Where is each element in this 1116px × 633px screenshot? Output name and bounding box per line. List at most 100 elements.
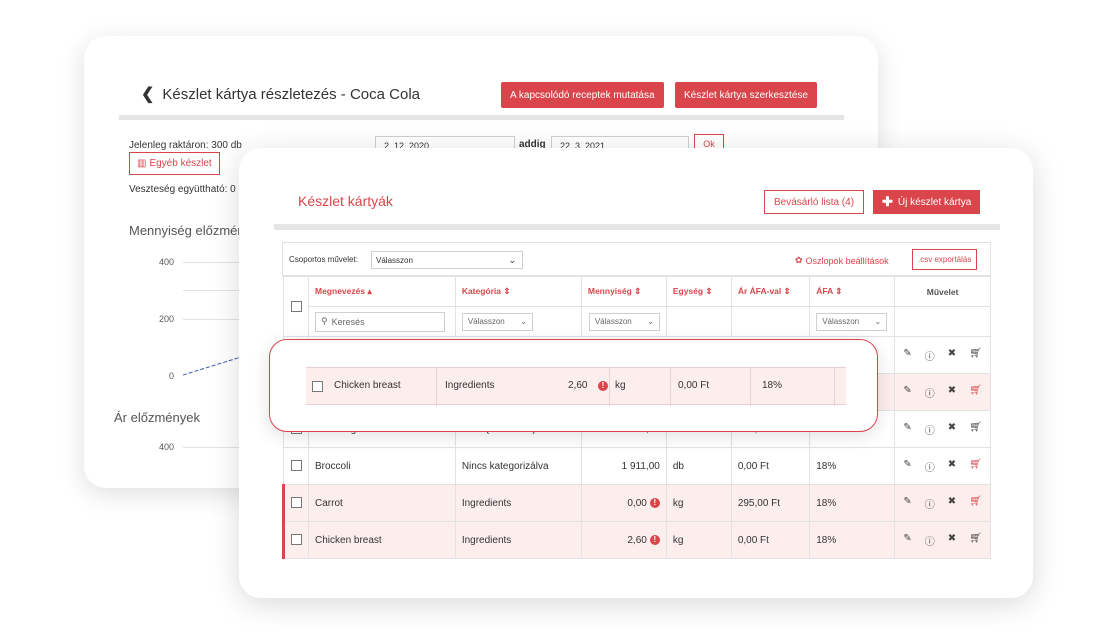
table-row[interactable]: Carrot Ingredients 0,00! kg 295,00 Ft 18…: [282, 484, 991, 522]
row-name[interactable]: Chicken breast: [334, 380, 401, 391]
row-price: 295,00 Ft: [730, 484, 811, 522]
edit-icon[interactable]: ✎: [903, 348, 911, 363]
col-vat-header[interactable]: ÁFA ⇕: [809, 276, 896, 307]
warning-icon: !: [649, 497, 660, 508]
detail-title-wrap: ❮ Készlet kártya részletezés - Coca Cola: [141, 84, 420, 104]
actions-cell: ✎ ⓘ ✖ 🛒︎: [894, 521, 991, 559]
cart-icon[interactable]: 🛒︎: [969, 385, 982, 400]
info-icon[interactable]: ⓘ: [925, 385, 935, 400]
actions-cell: ✎ ⓘ ✖ 🛒︎: [894, 484, 991, 522]
category-filter-value: Válasszon: [467, 317, 505, 326]
show-recipes-button[interactable]: A kapcsolódó receptek mutatása: [501, 82, 664, 108]
delete-icon[interactable]: ✖: [948, 459, 956, 474]
select-all-checkbox[interactable]: [290, 301, 302, 313]
delete-icon[interactable]: ✖: [948, 533, 956, 548]
info-icon[interactable]: ⓘ: [925, 533, 935, 548]
row-name[interactable]: Broccoli: [308, 447, 456, 485]
quantity-filter-select[interactable]: Válasszon ⌄: [588, 312, 660, 331]
row-checkbox[interactable]: [291, 534, 302, 546]
row-checkbox-cell: [282, 521, 309, 559]
bulk-action-label: Csoportos művelet:: [289, 255, 358, 264]
row-category: Nincs kategorizálva: [454, 447, 582, 485]
loss-coefficient-text: Veszteség együttható: 0: [129, 184, 236, 195]
col-name-header[interactable]: Megnevezés ▴: [308, 276, 456, 307]
cart-icon[interactable]: 🛒︎: [969, 533, 982, 548]
actions-cell: ✎ ⓘ ✖ 🛒︎: [894, 410, 991, 448]
cart-icon[interactable]: 🛒︎: [969, 348, 982, 363]
bulk-action-select[interactable]: Válasszon ⌄: [371, 251, 523, 269]
row-quantity: 2,60: [568, 380, 588, 391]
bulk-action-value: Válasszon: [376, 256, 413, 265]
col-actions-header: Művelet: [894, 276, 991, 307]
axis-tick-0: 0: [168, 371, 174, 381]
back-chevron-icon[interactable]: ❮: [141, 84, 154, 104]
plus-icon: ✚: [882, 194, 893, 209]
row-checkbox-cell: [283, 447, 309, 485]
col-price-header[interactable]: Ár ÁFA-val ⇕: [730, 276, 811, 307]
col-quantity-header[interactable]: Mennyiség ⇕: [580, 276, 667, 307]
filter-cell: Válasszon ⌄: [809, 306, 896, 337]
edit-icon[interactable]: ✎: [903, 459, 911, 474]
cart-icon[interactable]: 🛒︎: [969, 459, 982, 474]
vat-filter-select[interactable]: Válasszon ⌄: [816, 312, 888, 331]
row-price: 0,00 Ft: [730, 447, 811, 485]
select-all-cell: [283, 276, 309, 337]
row-name[interactable]: Chicken breast: [308, 521, 456, 559]
actions-cell: ✎ ⓘ ✖ 🛒︎: [894, 336, 991, 374]
detail-content: ❮ Készlet kártya részletezés - Coca Cola…: [114, 70, 844, 452]
edit-stock-card-button[interactable]: Készlet kártya szerkesztése: [675, 82, 817, 108]
row-unit: kg: [665, 521, 732, 559]
row-name[interactable]: Carrot: [308, 484, 456, 522]
row-quantity: 1 911,00: [580, 447, 667, 485]
column-settings-button[interactable]: ✿ Oszlopok beállítások: [795, 255, 889, 266]
table-row[interactable]: Broccoli Nincs kategorizálva 1 911,00 db…: [283, 447, 991, 485]
new-stock-card-button[interactable]: ✚ Új készlet kártya: [873, 190, 981, 214]
table-row[interactable]: Chicken breast Ingredients 2,60! kg 0,00…: [282, 521, 991, 559]
price-history-title: Ár előzmények: [114, 410, 200, 425]
delete-icon[interactable]: ✖: [948, 496, 956, 511]
delete-icon[interactable]: ✖: [948, 348, 956, 363]
chevron-down-icon: ⌄: [508, 255, 516, 265]
new-stock-card-label: Új készlet kártya: [897, 196, 972, 208]
highlighted-row-callout: Chicken breast Ingredients 2,60 ! kg 0,0…: [269, 339, 878, 432]
row-vat: 18%: [762, 380, 783, 391]
column-divider: [750, 368, 751, 406]
info-icon[interactable]: ⓘ: [925, 348, 935, 363]
filter-row: ⚲ Keresés Válasszon ⌄ Válasszon ⌄ Válasszo…: [284, 306, 991, 337]
row-vat: 18%: [809, 521, 896, 559]
edit-icon[interactable]: ✎: [903, 496, 911, 511]
info-icon[interactable]: ⓘ: [925, 422, 935, 437]
row-checkbox[interactable]: [290, 460, 302, 472]
row-checkbox-cell: [282, 484, 309, 522]
axis-tick-200: 200: [158, 314, 174, 324]
row-quantity-cell: 2,60!: [580, 521, 667, 559]
info-icon[interactable]: ⓘ: [925, 459, 935, 474]
cart-icon[interactable]: 🛒︎: [969, 422, 982, 437]
vat-filter-value: Válasszon: [822, 317, 860, 326]
info-icon[interactable]: ⓘ: [925, 496, 935, 511]
in-stock-text: Jelenleg raktáron: 300 db: [129, 140, 242, 151]
edit-icon[interactable]: ✎: [903, 533, 911, 548]
col-category-header[interactable]: Kategória ⇕: [454, 276, 582, 307]
row-quantity: 2,60: [627, 534, 647, 546]
highlighted-row[interactable]: Chicken breast Ingredients 2,60 ! kg 0,0…: [306, 367, 846, 406]
search-input[interactable]: ⚲ Keresés: [315, 311, 445, 332]
row-checkbox[interactable]: [291, 497, 302, 509]
row-checkbox[interactable]: [312, 381, 323, 392]
cart-icon[interactable]: 🛒︎: [969, 496, 982, 511]
edit-icon[interactable]: ✎: [903, 385, 911, 400]
filter-cell: [730, 306, 811, 337]
row-unit: kg: [615, 380, 626, 391]
other-stock-button[interactable]: ▥ Egyéb készlet: [129, 152, 220, 175]
category-filter-select[interactable]: Válasszon ⌄: [461, 312, 533, 331]
shopping-list-button[interactable]: Bevásárló lista (4): [764, 190, 865, 214]
delete-icon[interactable]: ✖: [948, 422, 956, 437]
edit-icon[interactable]: ✎: [903, 422, 911, 437]
csv-export-button[interactable]: .csv exportálás: [912, 249, 978, 270]
gear-icon: ✿: [795, 255, 803, 265]
table-toolbar: Csoportos művelet: Válasszon ⌄ ✿ Oszlopo…: [282, 242, 991, 276]
delete-icon[interactable]: ✖: [948, 385, 956, 400]
row-unit: db: [665, 447, 732, 485]
detail-header: ❮ Készlet kártya részletezés - Coca Cola…: [119, 70, 844, 120]
col-unit-header[interactable]: Egység ⇕: [665, 276, 732, 307]
